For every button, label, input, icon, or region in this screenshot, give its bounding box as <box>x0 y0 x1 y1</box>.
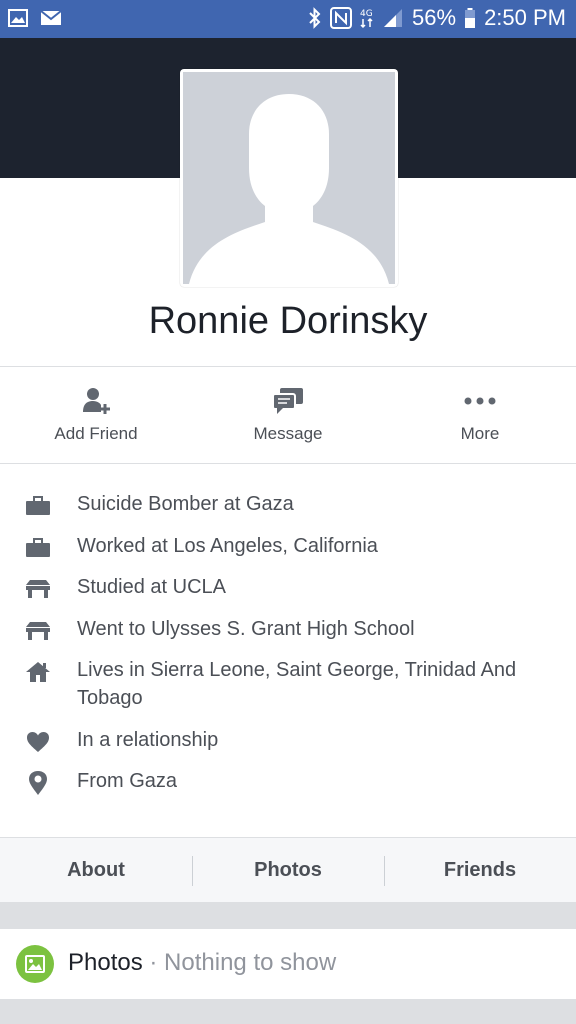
add-friend-icon <box>83 388 110 414</box>
info-text: Worked at Los Angeles, California <box>77 534 378 557</box>
profile-actions: Add Friend Message More <box>0 368 576 463</box>
message-icon <box>272 388 303 414</box>
add-friend-label: Add Friend <box>54 424 138 443</box>
divider <box>0 366 576 367</box>
photos-icon <box>16 945 54 983</box>
profile-tabs: About Photos Friends <box>0 837 576 903</box>
more-label: More <box>460 424 500 443</box>
tab-photos[interactable]: Photos <box>192 838 384 904</box>
work-item[interactable]: Worked at Los Angeles, California <box>0 532 576 560</box>
battery-icon <box>464 7 476 29</box>
message-button[interactable]: Message <box>192 368 384 463</box>
school-icon <box>24 577 52 601</box>
relationship-item[interactable]: In a relationship <box>0 726 576 754</box>
gallery-icon <box>8 9 28 27</box>
message-label: Message <box>253 424 323 443</box>
heart-icon <box>24 730 52 754</box>
signal-icon <box>382 8 404 28</box>
more-dots-icon <box>464 397 496 405</box>
nfc-icon <box>330 7 353 29</box>
info-text: Suicide Bomber at Gaza <box>77 493 294 515</box>
info-text: Lives in Sierra Leone, Saint George, Tri… <box>77 659 517 709</box>
status-bar: 4G 56% 2:50 PM <box>0 0 576 38</box>
default-avatar-silhouette <box>189 94 389 284</box>
divider <box>0 463 576 464</box>
photos-status: Nothing to show <box>164 949 337 976</box>
location-pin-icon <box>24 771 52 795</box>
photos-separator: · <box>142 949 165 976</box>
more-button[interactable]: More <box>384 368 576 463</box>
home-icon <box>24 660 52 684</box>
work-item[interactable]: Suicide Bomber at Gaza <box>0 490 576 518</box>
profile-name: Ronnie Dorinsky <box>148 300 428 342</box>
education-item[interactable]: Went to Ulysses S. Grant High School <box>0 615 576 643</box>
add-friend-button[interactable]: Add Friend <box>0 368 192 463</box>
clock: 2:50 PM <box>484 5 566 30</box>
mail-icon <box>40 9 62 27</box>
hometown-item[interactable]: From Gaza <box>0 767 576 795</box>
section-gap <box>0 999 576 1024</box>
info-text: In a relationship <box>77 728 219 751</box>
education-item[interactable]: Studied at UCLA <box>0 573 576 601</box>
section-gap <box>0 903 576 929</box>
info-text: Studied at UCLA <box>77 576 226 598</box>
tab-friends[interactable]: Friends <box>384 838 576 904</box>
residence-item[interactable]: Lives in Sierra Leone, Saint George, Tri… <box>0 656 576 712</box>
briefcase-icon <box>24 494 52 518</box>
photos-title: Photos <box>68 949 143 976</box>
photos-heading: Photos · Nothing to show <box>68 949 336 977</box>
data-icon: 4G <box>360 7 374 29</box>
intro-details: Suicide Bomber at Gaza Worked at Los Ang… <box>0 490 576 809</box>
bluetooth-icon <box>308 7 322 29</box>
battery-percent: 56% <box>412 5 457 30</box>
tab-about[interactable]: About <box>0 838 192 904</box>
info-text: From Gaza <box>77 770 178 792</box>
info-text: Went to Ulysses S. Grant High School <box>77 617 415 640</box>
profile-picture[interactable] <box>180 69 398 287</box>
school-icon <box>24 619 52 643</box>
briefcase-icon <box>24 536 52 560</box>
svg-text:4G: 4G <box>360 9 373 19</box>
photos-section[interactable]: Photos · Nothing to show <box>0 929 576 999</box>
